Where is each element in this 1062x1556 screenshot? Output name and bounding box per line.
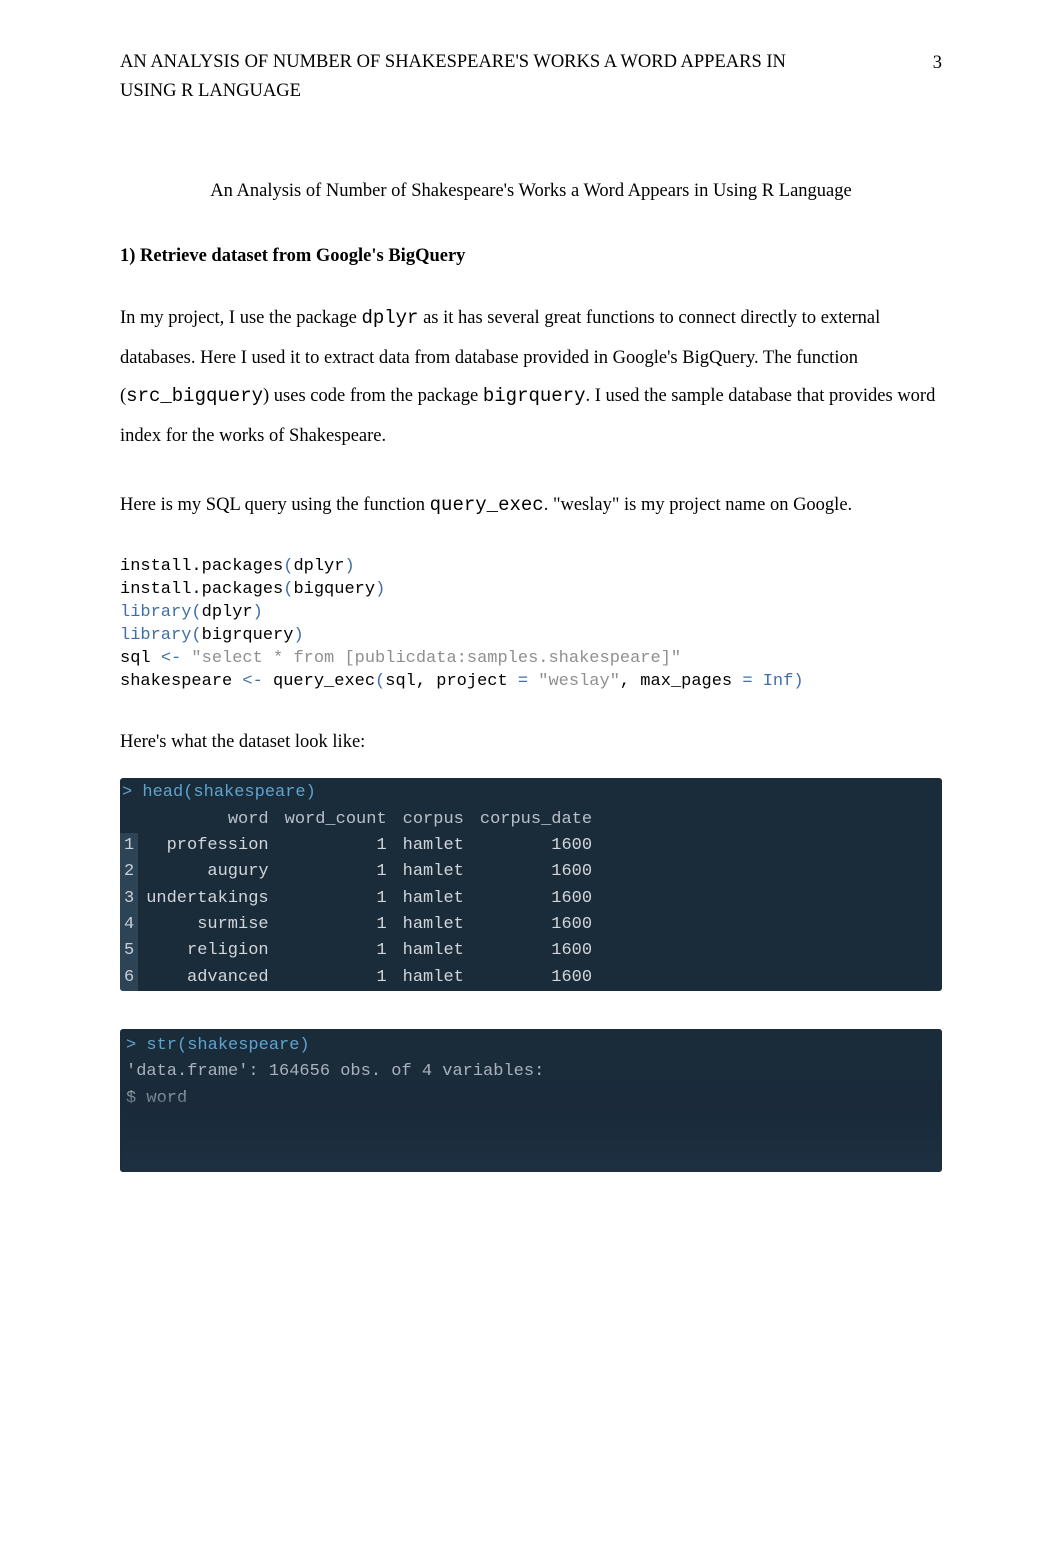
- paragraph-1: In my project, I use the package dplyr a…: [120, 299, 942, 456]
- para2-text1: Here is my SQL query using the function: [120, 495, 430, 515]
- paragraph-3: Here's what the dataset look like:: [120, 728, 942, 757]
- paragraph-2: Here is my SQL query using the function …: [120, 486, 942, 526]
- col-word-count: word_count: [277, 807, 395, 833]
- code-line-4: library(bigrquery): [120, 626, 304, 645]
- code-line-5: sql <- "select * from [publicdata:sample…: [120, 649, 681, 668]
- running-title: AN ANALYSIS OF NUMBER OF SHAKESPEARE'S W…: [120, 48, 820, 105]
- inline-code-dplyr: dplyr: [361, 307, 418, 329]
- console-str-line-2: $ word: [126, 1086, 932, 1112]
- running-header: AN ANALYSIS OF NUMBER OF SHAKESPEARE'S W…: [120, 48, 942, 105]
- para1-text1: In my project, I use the package: [120, 308, 361, 328]
- console-str-line-1: 'data.frame': 164656 obs. of 4 variables…: [126, 1059, 932, 1085]
- para1-text3: ) uses code from the package: [263, 386, 483, 406]
- col-word: word: [138, 807, 276, 833]
- page-number: 3: [933, 48, 942, 78]
- code-line-6: shakespeare <- query_exec(sql, project =…: [120, 672, 804, 691]
- table-row: 4 surmise 1 hamlet 1600: [120, 912, 600, 938]
- code-line-1: install.packages(dplyr): [120, 557, 355, 576]
- inline-code-src-bigquery: src_bigquery: [126, 385, 263, 407]
- r-code-block: install.packages(dplyr) install.packages…: [120, 556, 942, 694]
- code-line-2: install.packages(bigquery): [120, 580, 385, 599]
- section-heading-1: 1) Retrieve dataset from Google's BigQue…: [120, 242, 942, 271]
- table-row: 3 undertakings 1 hamlet 1600: [120, 886, 600, 912]
- console-table: word word_count corpus corpus_date 1 pro…: [120, 807, 600, 991]
- para2-text2: . "weslay" is my project name on Google.: [544, 495, 852, 515]
- col-corpus: corpus: [395, 807, 472, 833]
- code-line-3: library(dplyr): [120, 603, 263, 622]
- table-header-row: word word_count corpus corpus_date: [120, 807, 600, 833]
- console-output-str: > str(shakespeare) 'data.frame': 164656 …: [120, 1029, 942, 1172]
- table-row: 5 religion 1 hamlet 1600: [120, 938, 600, 964]
- console-prompt-1: > head(shakespeare): [120, 780, 942, 806]
- console-output-head: > head(shakespeare) word word_count corp…: [120, 778, 942, 991]
- console-prompt-2: > str(shakespeare): [126, 1033, 932, 1059]
- inline-code-query-exec: query_exec: [430, 494, 544, 516]
- col-corpus-date: corpus_date: [472, 807, 600, 833]
- page-title: An Analysis of Number of Shakespeare's W…: [120, 177, 942, 206]
- table-row: 6 advanced 1 hamlet 1600: [120, 965, 600, 991]
- table-row: 2 augury 1 hamlet 1600: [120, 859, 600, 885]
- inline-code-bigrquery: bigrquery: [483, 385, 586, 407]
- table-row: 1 profession 1 hamlet 1600: [120, 833, 600, 859]
